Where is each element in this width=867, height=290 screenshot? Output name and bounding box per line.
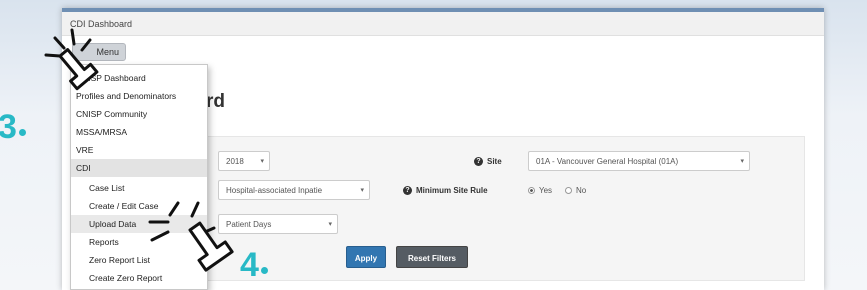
step-4-label: 4	[240, 246, 268, 285]
hand-cursor-icon	[58, 48, 99, 91]
step-3-dot	[18, 129, 26, 136]
step-4-dot	[260, 267, 268, 274]
step-3-number: 3	[0, 108, 17, 146]
step-4-number: 4	[240, 246, 259, 284]
annotation-overlay	[44, 28, 234, 272]
step-3-label: 3	[0, 108, 26, 147]
hand-cursor-icon	[188, 221, 234, 272]
